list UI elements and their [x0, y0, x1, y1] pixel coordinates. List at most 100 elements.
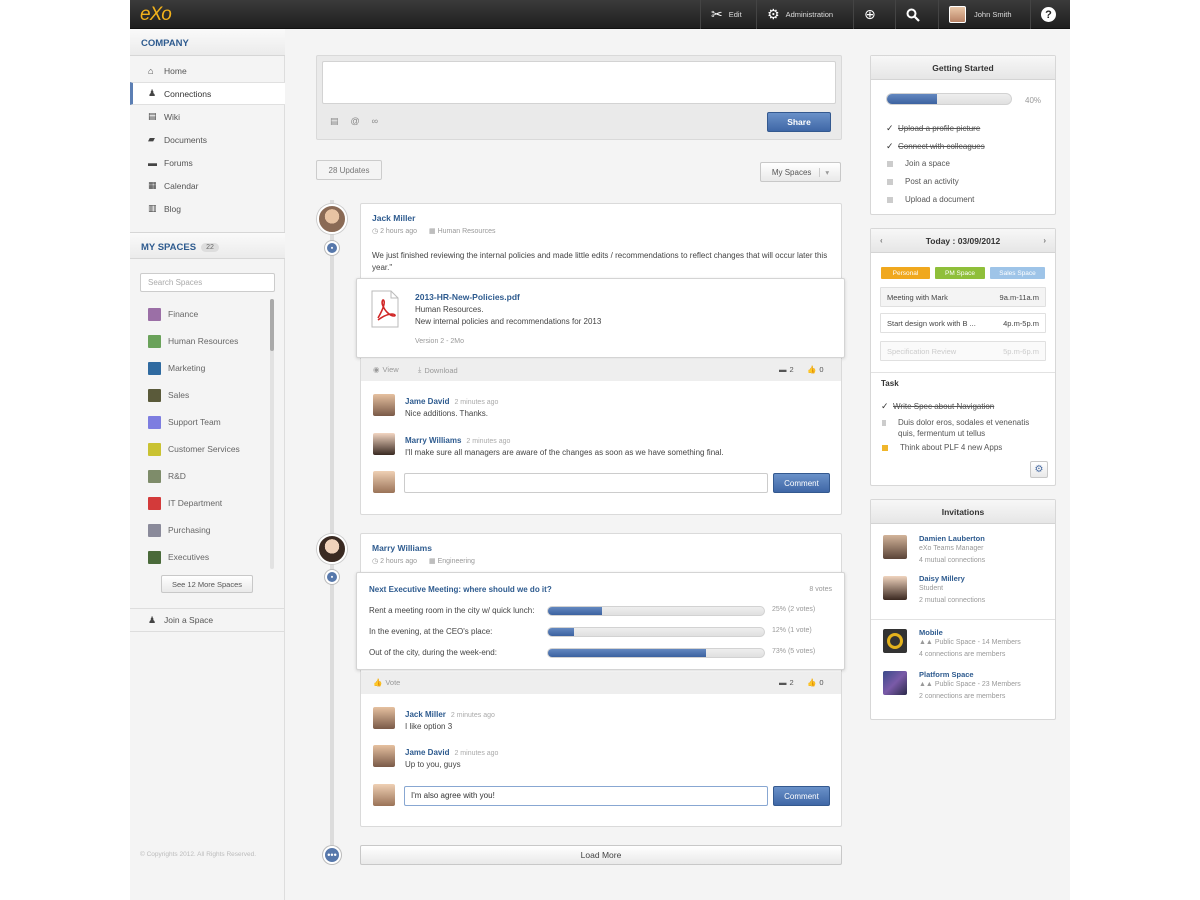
comment-input[interactable]: I'm also agree with you!	[404, 786, 768, 806]
attached-document[interactable]: 2013-HR-New-Policies.pdf Human Resources…	[356, 278, 845, 358]
space-purchasing[interactable]: Purchasing	[148, 521, 211, 539]
gs-item-post-activity[interactable]: Post an activity	[886, 177, 959, 186]
comment-count-action[interactable]: ▬ 2	[779, 365, 794, 374]
comment-count: 2	[789, 365, 794, 374]
vote-action[interactable]: 👍 Vote	[373, 678, 400, 687]
spaces-scrollbar[interactable]	[270, 299, 274, 569]
nav-documents[interactable]: ▰ Documents	[130, 128, 285, 151]
space-sales[interactable]: Sales	[148, 386, 189, 404]
activity-space[interactable]: Human Resources	[438, 228, 496, 235]
comment-avatar[interactable]	[373, 394, 395, 416]
activity-space[interactable]: Engineering	[438, 558, 475, 565]
space-support-team[interactable]: Support Team	[148, 413, 221, 431]
comment-button[interactable]: Comment	[773, 473, 830, 493]
space-members: Public Space - 14 Members	[934, 639, 1021, 646]
space-marketing[interactable]: Marketing	[148, 359, 205, 377]
status-textarea[interactable]	[322, 61, 836, 104]
gs-item-connect[interactable]: ✓ Connect with colleagues	[886, 141, 985, 152]
nav-home[interactable]: ⌂ Home	[130, 59, 285, 82]
search-button[interactable]	[895, 0, 930, 29]
poll-option-bar[interactable]	[547, 627, 765, 637]
attach-file-icon[interactable]: ▤	[330, 116, 339, 127]
comment-author[interactable]: Jame David	[405, 748, 449, 757]
invitation-name[interactable]: Mobile	[919, 628, 1021, 637]
comment-author[interactable]: Marry Williams	[405, 436, 461, 445]
calendar-event[interactable]: Meeting with Mark 9a.m-11a.m	[880, 287, 1046, 307]
download-action[interactable]: ⤓ Download	[418, 365, 458, 375]
space-customer-services[interactable]: Customer Services	[148, 440, 240, 458]
activity-author[interactable]: Marry Williams	[372, 543, 432, 553]
comment-text: Nice additions. Thanks.	[405, 409, 489, 418]
task-item[interactable]: ✓ Write Spec about Navigation	[881, 401, 994, 412]
join-space-link[interactable]: ♟ Join a Space	[130, 608, 285, 632]
invitation-name[interactable]: Daisy Millery	[919, 574, 985, 583]
see-more-spaces-button[interactable]: See 12 More Spaces	[161, 575, 253, 593]
mobile-space-avatar[interactable]	[883, 629, 907, 653]
nav-connections[interactable]: ♟ Connections	[130, 82, 285, 105]
poll-option-fill	[548, 649, 706, 657]
nav-forums[interactable]: ▬ Forums	[130, 151, 285, 174]
poll-option-bar[interactable]	[547, 606, 765, 616]
mention-icon[interactable]: @	[351, 116, 360, 127]
task-item[interactable]: Think about PLF 4 new Apps	[881, 443, 1002, 452]
space-rnd[interactable]: R&D	[148, 467, 186, 485]
gs-item-upload-picture[interactable]: ✓ Upload a profile picture	[886, 123, 980, 134]
marry-williams-avatar[interactable]	[317, 534, 347, 564]
space-human-resources[interactable]: Human Resources	[148, 332, 238, 350]
invitation-avatar[interactable]	[883, 576, 907, 600]
calendar-event[interactable]: Start design work with B ... 4p.m-5p.m	[880, 313, 1046, 333]
user-menu[interactable]: John Smith	[938, 0, 1028, 29]
comment-author[interactable]: Jame David	[405, 397, 449, 406]
calendar-event[interactable]: Specification Review 5p.m-6p.m	[880, 341, 1046, 361]
comment-count: 2	[789, 678, 794, 687]
help-button[interactable]: ?	[1030, 0, 1066, 29]
link-icon[interactable]: ∞	[372, 116, 378, 127]
comment-count-action[interactable]: ▬ 2	[779, 678, 794, 687]
scrollbar-thumb[interactable]	[270, 299, 274, 351]
space-it-department[interactable]: IT Department	[148, 494, 222, 512]
nav-blog[interactable]: ▥ Blog	[130, 197, 285, 220]
gs-item-join-space[interactable]: Join a space	[886, 159, 950, 168]
platform-space-avatar[interactable]	[883, 671, 907, 695]
comment-author[interactable]: Jack Miller	[405, 710, 446, 719]
task-settings-button[interactable]: ⚙	[1030, 461, 1048, 478]
like-action[interactable]: 👍 0	[807, 678, 824, 687]
download-icon: ⤓	[418, 365, 422, 374]
space-executives[interactable]: Executives	[148, 548, 209, 566]
search-spaces-input[interactable]: Search Spaces	[140, 273, 275, 292]
activity-author[interactable]: Jack Miller	[372, 213, 415, 223]
exo-logo[interactable]: eXo	[140, 4, 172, 26]
stream-filter-select[interactable]: My Spaces ▾	[760, 162, 841, 182]
file-name[interactable]: 2013-HR-New-Policies.pdf	[415, 292, 520, 302]
load-more-button[interactable]: Load More	[360, 845, 842, 865]
tag-personal[interactable]: Personal	[881, 267, 930, 279]
nav-calendar[interactable]: ▦ Calendar	[130, 174, 285, 197]
invitation-space: Mobile ▲▲ Public Space - 14 Members 4 co…	[919, 628, 1021, 661]
tag-pm-space[interactable]: PM Space	[935, 267, 985, 279]
gs-item-upload-document[interactable]: Upload a document	[886, 195, 974, 204]
edit-menu[interactable]: ✂ Edit	[700, 0, 752, 29]
comment-avatar[interactable]	[373, 707, 395, 729]
poll-option-bar[interactable]	[547, 648, 765, 658]
more-icon[interactable]: •••	[323, 846, 341, 864]
invitation-name[interactable]: Platform Space	[919, 670, 1021, 679]
view-action[interactable]: ◉ View	[373, 365, 399, 374]
comment-input[interactable]	[404, 473, 768, 493]
task-item[interactable]: Duis dolor eros, sodales et venenatis qu…	[881, 417, 1046, 439]
administration-menu[interactable]: ⚙ Administration	[756, 0, 843, 29]
share-button[interactable]: Share	[767, 112, 831, 132]
invitation-name[interactable]: Damien Lauberton	[919, 534, 985, 543]
add-button[interactable]: ⊕	[853, 0, 886, 29]
comment-avatar[interactable]	[373, 433, 395, 455]
invitation-avatar[interactable]	[883, 535, 907, 559]
jack-miller-avatar[interactable]	[317, 204, 347, 234]
space-finance[interactable]: Finance	[148, 305, 198, 323]
next-day-icon[interactable]: ›	[1043, 236, 1046, 245]
comment-avatar[interactable]	[373, 745, 395, 767]
like-action[interactable]: 👍 0	[807, 365, 824, 374]
prev-day-icon[interactable]: ‹	[880, 236, 883, 245]
nav-wiki[interactable]: ▤ Wiki	[130, 105, 285, 128]
file-version: Version 2 - 2Mo	[415, 338, 465, 345]
tag-sales-space[interactable]: Sales Space	[990, 267, 1045, 279]
comment-button[interactable]: Comment	[773, 786, 830, 806]
